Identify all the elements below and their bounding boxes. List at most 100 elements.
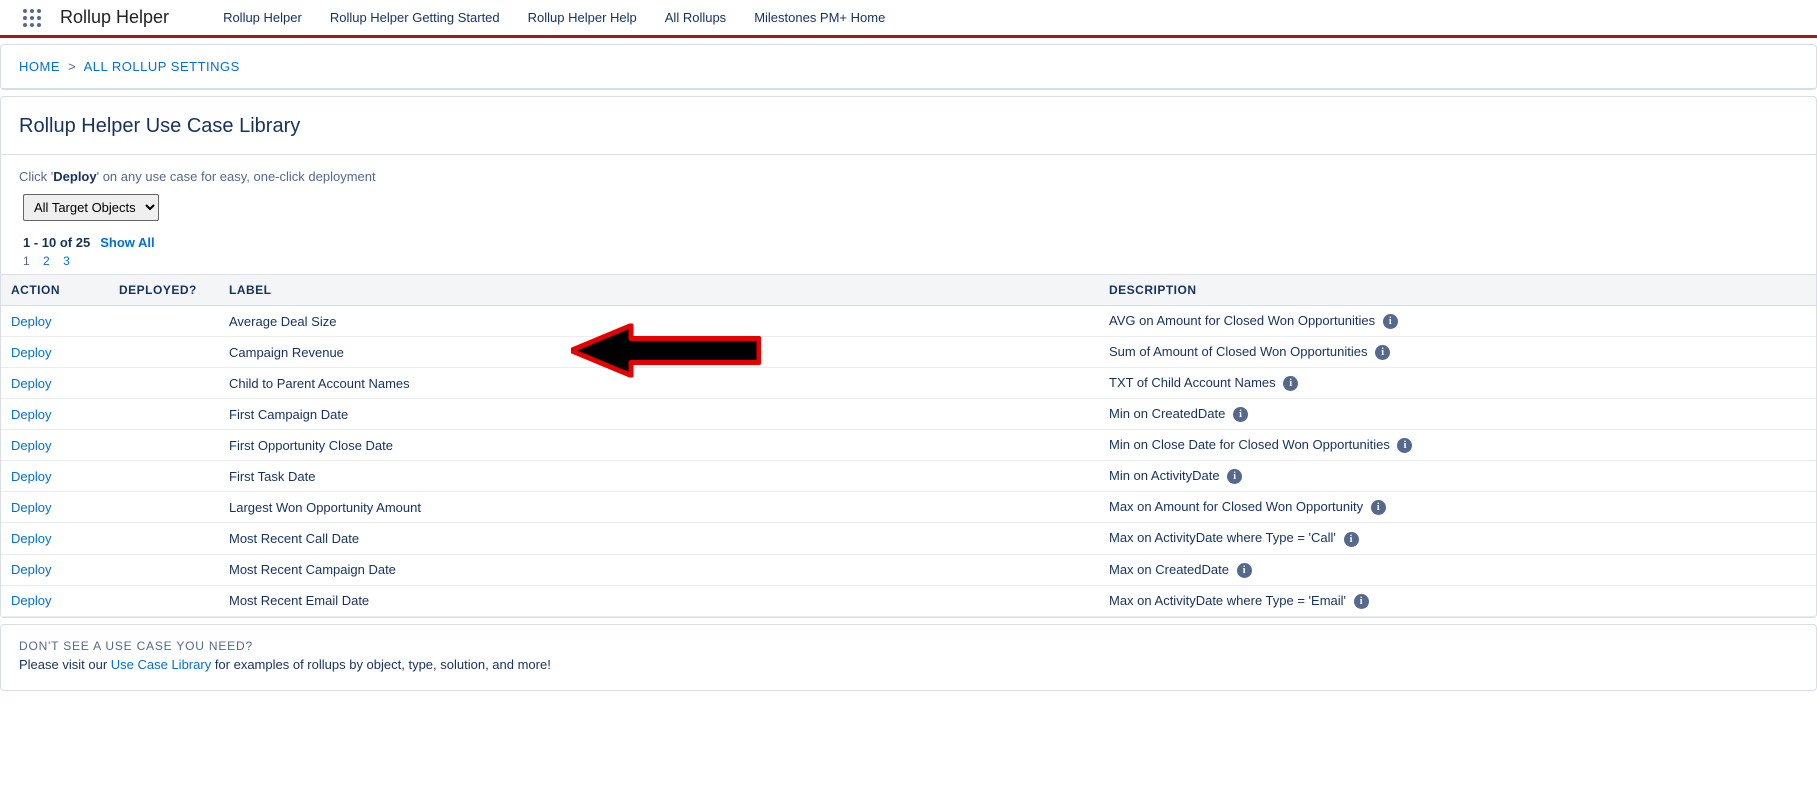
description-text: Min on ActivityDate [1109, 468, 1223, 483]
info-icon[interactable]: i [1283, 376, 1298, 391]
info-icon[interactable]: i [1354, 594, 1369, 609]
nav-tab-getting-started[interactable]: Rollup Helper Getting Started [316, 0, 514, 37]
description-text: Sum of Amount of Closed Won Opportunitie… [1109, 344, 1371, 359]
label-cell: First Campaign Date [219, 399, 1099, 430]
deploy-link[interactable]: Deploy [11, 376, 51, 391]
label-cell: First Opportunity Close Date [219, 430, 1099, 461]
deploy-link[interactable]: Deploy [11, 531, 51, 546]
page-2[interactable]: 2 [43, 254, 50, 268]
target-object-filter[interactable]: All Target Objects [23, 194, 159, 221]
col-action: ACTION [1, 275, 109, 306]
table-row: Deploy Most Recent Call DateMax on Activi… [1, 523, 1816, 554]
description-text: Max on CreatedDate [1109, 562, 1233, 577]
info-icon[interactable]: i [1371, 500, 1386, 515]
breadcrumb: HOME > ALL ROLLUP SETTINGS [1, 45, 1816, 89]
deployed-cell [109, 430, 219, 461]
deploy-link[interactable]: Deploy [11, 469, 51, 484]
description-cell: Max on CreatedDate i [1099, 554, 1816, 585]
page-numbers: 1 2 3 [1, 250, 1816, 274]
label-cell: Most Recent Call Date [219, 523, 1099, 554]
nav-tab-all-rollups[interactable]: All Rollups [651, 0, 740, 37]
pager-range-prefix: 1 - 10 of [23, 235, 76, 250]
label-cell: First Task Date [219, 461, 1099, 492]
table-row: Deploy First Task Date Min on ActivityDate… [1, 461, 1816, 492]
table-row: Deploy Average Deal Size AVG on Amount for… [1, 306, 1816, 337]
footer-text: Please visit our Use Case Library for ex… [19, 657, 1798, 672]
app-name: Rollup Helper [60, 7, 169, 28]
table-row: Deploy First Campaign Date Min on CreatedD… [1, 399, 1816, 430]
app-launcher-icon[interactable] [14, 0, 50, 36]
col-label: LABEL [219, 275, 1099, 306]
instructions-bold: Deploy [53, 169, 96, 184]
deploy-link[interactable]: Deploy [11, 500, 51, 515]
nav-tab-help[interactable]: Rollup Helper Help [514, 0, 651, 37]
footer-text-before: Please visit our [19, 657, 111, 672]
deploy-link[interactable]: Deploy [11, 345, 51, 360]
description-cell: Min on Close Date for Closed Won Opportu… [1099, 430, 1816, 461]
table-row: Deploy First Opportunity Close Date Min on… [1, 430, 1816, 461]
info-icon[interactable]: i [1344, 532, 1359, 547]
deploy-link[interactable]: Deploy [11, 562, 51, 577]
description-text: Max on Amount for Closed Won Opportunity [1109, 499, 1367, 514]
label-cell: Most Recent Campaign Date [219, 554, 1099, 585]
info-icon[interactable]: i [1233, 407, 1248, 422]
nav-tab-milestones-pm[interactable]: Milestones PM+ Home [740, 0, 899, 37]
info-icon[interactable]: i [1375, 345, 1390, 360]
footer-card: DON'T SEE A USE CASE YOU NEED? Please vi… [0, 624, 1817, 691]
description-cell: Max on ActivityDate where Type = 'Call' … [1099, 523, 1816, 554]
description-text: Min on Close Date for Closed Won Opportu… [1109, 437, 1393, 452]
info-icon[interactable]: i [1237, 563, 1252, 578]
description-text: AVG on Amount for Closed Won Opportuniti… [1109, 313, 1379, 328]
label-cell: Average Deal Size [219, 306, 1099, 337]
deployed-cell [109, 399, 219, 430]
col-description: DESCRIPTION [1099, 275, 1816, 306]
instructions-prefix: Click ' [19, 169, 53, 184]
description-cell: Sum of Amount of Closed Won Opportunitie… [1099, 337, 1816, 368]
nav-tab-rollup-helper[interactable]: Rollup Helper [209, 0, 316, 37]
label-cell: Child to Parent Account Names [219, 368, 1099, 399]
nav-tabs: Rollup Helper Rollup Helper Getting Star… [209, 0, 899, 37]
deployed-cell [109, 523, 219, 554]
label-cell: Most Recent Email Date [219, 585, 1099, 616]
table-header-row: ACTION DEPLOYED? LABEL DESCRIPTION [1, 275, 1816, 306]
deployed-cell [109, 585, 219, 616]
breadcrumb-separator: > [68, 59, 76, 74]
description-text: Min on CreatedDate [1109, 406, 1229, 421]
pager-range: 1 - 10 of 25 [23, 235, 90, 250]
table-row: DeployMost Recent Campaign DateMax on Cr… [1, 554, 1816, 585]
filter-row: All Target Objects [1, 194, 1816, 235]
library-card: Rollup Helper Use Case Library Click 'De… [0, 96, 1817, 618]
table-row: Deploy Most Recent Email Date Max on Activ… [1, 585, 1816, 616]
description-cell: TXT of Child Account Names i [1099, 368, 1816, 399]
description-text: Max on ActivityDate where Type = 'Email' [1109, 593, 1350, 608]
info-icon[interactable]: i [1383, 314, 1398, 329]
label-cell: Largest Won Opportunity Amount [219, 492, 1099, 523]
pager-total: 25 [76, 235, 90, 250]
instructions-suffix: ' on any use case for easy, one-click de… [97, 169, 376, 184]
description-cell: AVG on Amount for Closed Won Opportuniti… [1099, 306, 1816, 337]
pager: 1 - 10 of 25 Show All [1, 235, 1816, 250]
footer-heading: DON'T SEE A USE CASE YOU NEED? [19, 639, 1798, 653]
page-3[interactable]: 3 [63, 254, 70, 268]
description-cell: Max on Amount for Closed Won Opportunity… [1099, 492, 1816, 523]
deployed-cell [109, 306, 219, 337]
deploy-link[interactable]: Deploy [11, 314, 51, 329]
deploy-link[interactable]: Deploy [11, 438, 51, 453]
main-card: HOME > ALL ROLLUP SETTINGS [0, 44, 1817, 90]
table-row: DeployCampaign RevenueSum of Amount of C… [1, 337, 1816, 368]
breadcrumb-current[interactable]: ALL ROLLUP SETTINGS [84, 59, 240, 74]
deployed-cell [109, 368, 219, 399]
info-icon[interactable]: i [1227, 469, 1242, 484]
col-deployed: DEPLOYED? [109, 275, 219, 306]
deployed-cell [109, 554, 219, 585]
deployed-cell [109, 337, 219, 368]
use-case-library-link[interactable]: Use Case Library [111, 657, 211, 672]
global-nav: Rollup Helper Rollup Helper Rollup Helpe… [0, 0, 1817, 38]
show-all-link[interactable]: Show All [100, 235, 154, 250]
deploy-link[interactable]: Deploy [11, 593, 51, 608]
info-icon[interactable]: i [1397, 438, 1412, 453]
page-title: Rollup Helper Use Case Library [1, 97, 1816, 155]
deployed-cell [109, 492, 219, 523]
deploy-link[interactable]: Deploy [11, 407, 51, 422]
breadcrumb-home[interactable]: HOME [19, 59, 60, 74]
